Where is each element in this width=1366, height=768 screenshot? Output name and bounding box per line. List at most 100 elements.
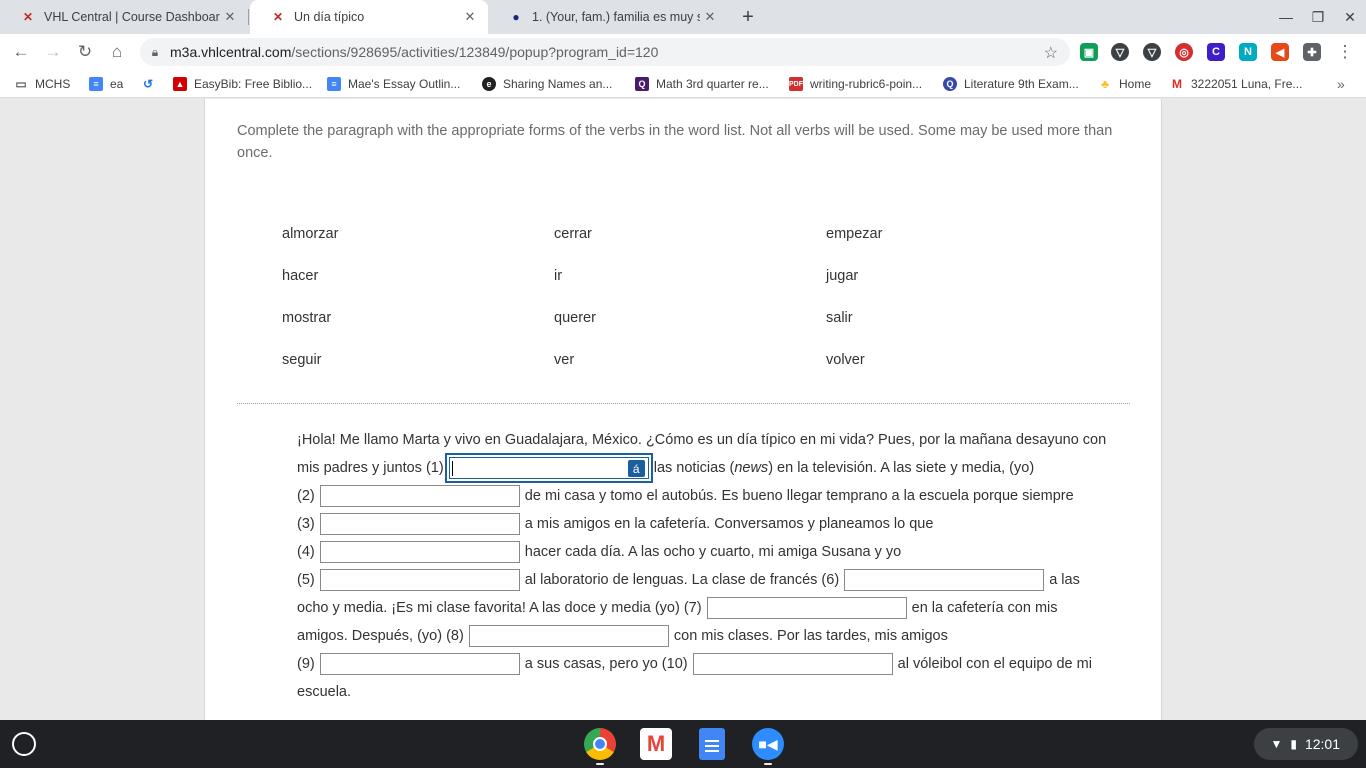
bookmark-history[interactable]: ↺ (141, 76, 162, 92)
tab-un-dia-tipico[interactable]: ✕ Un día típico ✕ (250, 0, 488, 34)
answer-input-1[interactable]: á (444, 453, 653, 484)
bookmark-label: Home (1119, 77, 1152, 91)
word-bank-item: mostrar (282, 310, 332, 326)
paragraph-text: al laboratorio de lenguas. La clase de f… (524, 572, 840, 588)
running-indicator (596, 763, 604, 765)
folder-icon: ▭ (15, 77, 27, 91)
bookmark-label: writing-rubric6-poin... (810, 77, 923, 91)
bookmarks-bar: ▭ MCHS ≡ ea ↺ ▲ EasyBib: Free Biblio... ≡ Ma… (0, 70, 1366, 98)
shield-extension-icon-2[interactable]: ▽ (1143, 43, 1161, 61)
answer-input-6[interactable] (844, 569, 1045, 592)
paragraph-text: a sus casas, pero yo (10) (524, 656, 688, 672)
status-tray[interactable]: ▼ ▮ 12:01 (1254, 728, 1358, 760)
word-bank-item: empezar (826, 226, 883, 242)
bookmark-label: MCHS (35, 77, 71, 91)
menu-kebab-icon[interactable]: ⋮ (1332, 39, 1358, 65)
word-bank-item: ir (554, 268, 563, 284)
battery-icon: ▮ (1290, 737, 1297, 751)
instructions-text: Complete the paragraph with the appropri… (237, 123, 1113, 161)
tab-title: 1. (Your, fam.) familia es muy si (532, 10, 700, 24)
tab-familia[interactable]: ● 1. (Your, fam.) familia es muy si ✕ (488, 0, 728, 34)
close-window-icon[interactable]: ✕ (1338, 6, 1362, 28)
home-icon[interactable]: ⌂ (104, 39, 130, 65)
chrome-app-icon[interactable] (584, 728, 616, 760)
bookmark-writing-rubric[interactable]: PDF writing-rubric6-poin... (789, 76, 922, 92)
answer-input-9[interactable] (319, 653, 520, 676)
megaphone-extension-icon[interactable]: ◀ (1271, 43, 1289, 61)
blank-number: (2) (297, 488, 315, 504)
shield-extension-icon[interactable]: ▽ (1111, 43, 1129, 61)
minimize-icon[interactable]: — (1274, 6, 1298, 28)
blank-number: (3) (297, 516, 315, 532)
tab-strip: ✕ VHL Central | Course Dashboard ✕ ✕ Un … (0, 0, 1366, 34)
bookmark-mchs[interactable]: ▭ MCHS (14, 76, 70, 92)
bookmark-easybib[interactable]: ▲ EasyBib: Free Biblio... (173, 76, 312, 92)
running-indicator (764, 763, 772, 765)
close-tab-icon[interactable]: ✕ (220, 7, 240, 27)
zoom-app-icon[interactable]: ■◀ (752, 728, 784, 760)
tab-title: VHL Central | Course Dashboard (44, 10, 220, 24)
easybib-icon: ▲ (173, 77, 187, 91)
bookmark-home[interactable]: ♣ Home (1098, 76, 1151, 92)
n-extension-icon[interactable]: N (1239, 43, 1257, 61)
extensions-puzzle-icon[interactable]: ✚ (1303, 43, 1321, 61)
wifi-icon: ▼ (1270, 737, 1283, 751)
vhl-favicon-icon: ✕ (22, 10, 34, 24)
word-bank-item: almorzar (282, 226, 339, 242)
bookmark-label: Mae's Essay Outlin... (348, 77, 461, 91)
restore-icon[interactable]: ❐ (1306, 6, 1330, 28)
launcher-icon[interactable] (12, 732, 36, 756)
close-tab-icon[interactable]: ✕ (700, 7, 720, 27)
bookmark-star-icon[interactable]: ☆ (1044, 43, 1058, 63)
word-bank-item: cerrar (554, 226, 592, 242)
reload-icon[interactable]: ↻ (72, 39, 98, 65)
palm-icon: ♣ (1101, 77, 1109, 91)
browser-toolbar: ← → ↻ ⌂ 🔒︎ m3a.vhlcentral.com/sections/9… (0, 34, 1366, 70)
word-bank-item: salir (826, 310, 853, 326)
more-bookmarks-icon[interactable]: » (1337, 76, 1345, 92)
answer-input-5[interactable] (319, 569, 520, 592)
bookmark-literature[interactable]: Q Literature 9th Exam... (943, 76, 1079, 92)
forward-icon[interactable]: → (40, 39, 66, 65)
paragraph-text: de mi casa y tomo el autobús. Es bueno l… (524, 488, 1074, 504)
classroom-extension-icon[interactable]: ▣ (1080, 43, 1098, 61)
answer-input-4[interactable] (319, 541, 520, 564)
c-extension-icon[interactable]: C (1207, 43, 1225, 61)
bookmark-essay-outline[interactable]: ≡ Mae's Essay Outlin... (327, 76, 460, 92)
history-icon: ↺ (142, 77, 154, 91)
tab-course-dashboard[interactable]: ✕ VHL Central | Course Dashboard ✕ (0, 0, 248, 34)
docs-app-icon[interactable] (699, 728, 725, 760)
blank-number: (5) (297, 572, 315, 588)
gmail-app-icon[interactable]: M (640, 728, 672, 760)
site-icon: e (482, 77, 496, 91)
bookmark-label: Literature 9th Exam... (964, 77, 1079, 91)
tab-separator (248, 9, 249, 25)
answer-input-3[interactable] (319, 513, 520, 536)
docs-icon: ≡ (89, 77, 103, 91)
new-tab-icon[interactable]: + (736, 5, 760, 29)
answer-input-7[interactable] (706, 597, 907, 620)
quizlet-icon: Q (635, 77, 649, 91)
answer-input-8[interactable] (468, 625, 669, 648)
bookmark-sharing-names[interactable]: e Sharing Names an... (482, 76, 612, 92)
close-tab-icon[interactable]: ✕ (460, 7, 480, 27)
divider (237, 403, 1130, 404)
accent-button[interactable]: á (627, 460, 645, 478)
back-icon[interactable]: ← (8, 39, 34, 65)
url-host: m3a.vhlcentral.com (170, 44, 292, 60)
word-bank-item: ver (554, 352, 575, 368)
address-bar[interactable]: 🔒︎ m3a.vhlcentral.com/sections/928695/ac… (140, 38, 1070, 66)
bookmark-ea[interactable]: ≡ ea (89, 76, 123, 92)
bookmark-math[interactable]: Q Math 3rd quarter re... (635, 76, 769, 92)
paragraph-text: las noticias ( (653, 460, 735, 476)
answer-input-2[interactable] (319, 485, 520, 508)
word-bank-item: volver (826, 352, 865, 368)
tab-title: Un día típico (294, 10, 365, 24)
bookmark-label: ea (110, 77, 124, 91)
puzzle-extension-icon[interactable]: ◎ (1175, 43, 1193, 61)
docs-icon: ≡ (327, 77, 341, 91)
fill-in-paragraph: ¡Hola! Me llamo Marta y vivo en Guadalaj… (297, 426, 1112, 706)
site-favicon-icon: ● (512, 10, 520, 24)
answer-input-10[interactable] (692, 653, 893, 676)
bookmark-gmail[interactable]: M 3222051 Luna, Fre... (1170, 76, 1302, 92)
